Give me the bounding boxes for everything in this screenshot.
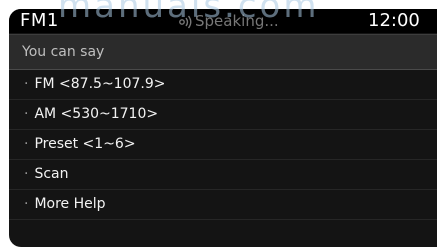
bullet: · xyxy=(24,76,29,92)
bullet: · xyxy=(24,196,29,212)
bullet: · xyxy=(24,106,29,122)
bullet: · xyxy=(24,166,29,182)
help-header: You can say xyxy=(9,34,437,70)
screen: FM1 Speaking... 12:00 You can say · FM <8… xyxy=(0,0,437,247)
command-text: · FM <87.5~107.9> xyxy=(24,70,165,99)
command-item-scan[interactable]: · Scan xyxy=(9,160,437,190)
command-item-am[interactable]: · AM <530~1710> xyxy=(9,100,437,130)
radio-band-label: FM1 xyxy=(20,10,59,31)
command-text: · AM <530~1710> xyxy=(24,100,158,129)
voice-status-text: Speaking... xyxy=(195,12,279,30)
command-label: FM <87.5~107.9> xyxy=(34,76,166,92)
help-header-text: You can say xyxy=(22,44,105,60)
voice-help-window: FM1 Speaking... 12:00 You can say · FM <8… xyxy=(9,9,437,247)
command-label: Scan xyxy=(34,166,69,182)
command-label: More Help xyxy=(34,196,106,212)
command-text: · Scan xyxy=(24,160,69,189)
bullet: · xyxy=(24,136,29,152)
command-item-fm[interactable]: · FM <87.5~107.9> xyxy=(9,70,437,100)
command-label: AM <530~1710> xyxy=(34,106,159,122)
command-text: · More Help xyxy=(24,190,106,219)
status-bar: FM1 Speaking... 12:00 xyxy=(9,9,437,33)
command-label: Preset <1~6> xyxy=(34,136,136,152)
clock: 12:00 xyxy=(368,10,420,31)
command-text: · Preset <1~6> xyxy=(24,130,136,159)
command-item-preset[interactable]: · Preset <1~6> xyxy=(9,130,437,160)
command-item-more-help[interactable]: · More Help xyxy=(9,190,437,220)
speaking-voice-icon xyxy=(179,15,192,29)
